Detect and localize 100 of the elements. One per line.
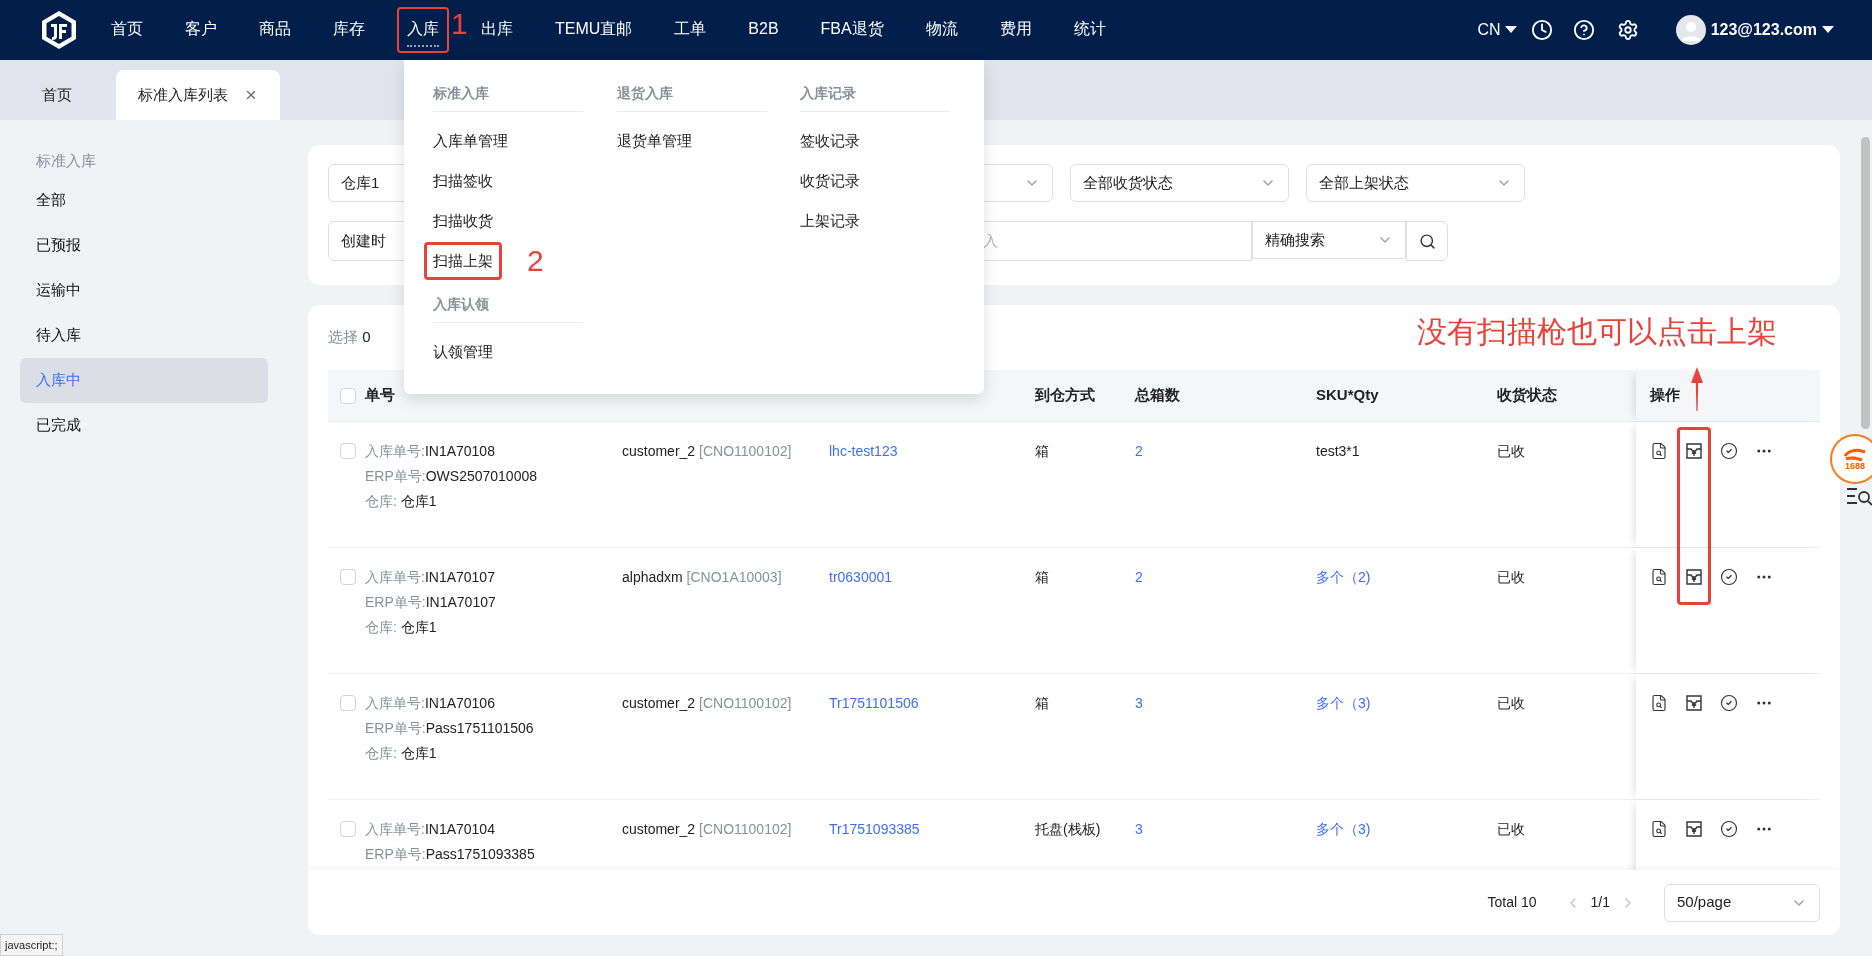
menu-item[interactable]: 扫描收货 xyxy=(424,201,502,241)
document-search-icon[interactable] xyxy=(1650,568,1668,586)
caret-icon xyxy=(1822,26,1834,34)
column-header: 操作 xyxy=(1650,385,1680,406)
checkbox[interactable] xyxy=(340,387,356,404)
menu-item[interactable]: 扫描签收 xyxy=(424,161,502,201)
arrival-text: 托盘(栈板) xyxy=(1035,821,1101,837)
sidebar-item[interactable]: 已完成 xyxy=(20,403,268,448)
menu-item[interactable]: 扫描上架 xyxy=(424,241,502,281)
shelf-status-select[interactable]: 全部上架状态 xyxy=(1306,164,1525,202)
status-tooltip: javascript:; xyxy=(0,934,63,956)
logo-icon xyxy=(40,10,78,50)
menu-heading: 标准入库 xyxy=(433,80,583,112)
tray-upload-icon[interactable] xyxy=(1685,442,1703,460)
sku-link[interactable]: 多个（3) xyxy=(1316,695,1371,711)
total-count: Total 10 xyxy=(1487,893,1537,912)
check-circle-icon[interactable] xyxy=(1720,568,1738,586)
inbound-number: 入库单号:IN1A70106 xyxy=(365,694,495,713)
box-count-link[interactable]: 3 xyxy=(1135,695,1143,711)
page-tab[interactable]: 首页 xyxy=(20,70,94,120)
tracking-link[interactable]: Tr1751093385 xyxy=(829,821,920,837)
check-circle-icon[interactable] xyxy=(1720,442,1738,460)
search-mode-select[interactable]: 精确搜索 xyxy=(1252,221,1406,259)
erp-number: ERP单号:OWS2507010008 xyxy=(365,467,537,486)
help-icon[interactable] xyxy=(1572,19,1595,41)
close-icon[interactable] xyxy=(244,88,258,102)
clock-icon[interactable] xyxy=(1530,19,1553,41)
nav-item[interactable]: B2B xyxy=(738,7,789,53)
list-search-icon[interactable] xyxy=(1846,486,1872,508)
checkbox[interactable] xyxy=(340,569,356,585)
annotation-number: 2 xyxy=(527,246,544,276)
sku-text: test3*1 xyxy=(1316,443,1360,459)
checkbox[interactable] xyxy=(340,695,356,711)
page-tab[interactable]: 标准入库列表 xyxy=(116,70,280,120)
receive-status-select[interactable]: 全部收货状态 xyxy=(1070,164,1289,202)
sidebar-item[interactable]: 待入库 xyxy=(20,313,268,358)
inbound-number: 入库单号:IN1A70104 xyxy=(365,820,495,839)
document-search-icon[interactable] xyxy=(1650,694,1668,712)
settings-icon[interactable] xyxy=(1616,19,1639,41)
tracking-link[interactable]: tr0630001 xyxy=(829,569,893,585)
annotation-arrow xyxy=(1690,367,1704,411)
sidebar-item[interactable]: 运输中 xyxy=(20,268,268,313)
user-email[interactable]: 123@123.com xyxy=(1710,18,1817,42)
nav-item[interactable]: TEMU直邮 xyxy=(545,7,643,53)
sidebar-item[interactable]: 已预报 xyxy=(20,223,268,268)
nav-item[interactable]: 物流 xyxy=(915,7,968,53)
sku-link[interactable]: 多个（3) xyxy=(1316,821,1371,837)
page-size-select[interactable]: 50/page xyxy=(1664,883,1820,922)
warehouse-text: 仓库: 仓库1 xyxy=(365,744,437,763)
warehouse-text: 仓库: 仓库1 xyxy=(365,492,437,511)
nav-item[interactable]: 出库 xyxy=(471,7,523,53)
nav-item[interactable]: 首页 xyxy=(101,7,153,53)
menu-item[interactable]: 认领管理 xyxy=(424,332,502,372)
menu-heading: 入库记录 xyxy=(800,80,951,112)
menu-item[interactable]: 退货单管理 xyxy=(607,121,701,161)
logo-icon xyxy=(1842,447,1868,462)
arrival-text: 箱 xyxy=(1035,569,1049,585)
checkbox[interactable] xyxy=(340,443,356,459)
nav-item[interactable]: 费用 xyxy=(989,7,1042,53)
status-text: 已收 xyxy=(1497,569,1525,585)
menu-item[interactable]: 上架记录 xyxy=(791,201,870,241)
nav-item[interactable]: 库存 xyxy=(323,7,375,53)
erp-number: ERP单号:Pass1751093385 xyxy=(365,845,535,864)
menu-item[interactable]: 签收记录 xyxy=(791,121,870,161)
avatar-icon[interactable] xyxy=(1675,15,1706,45)
nav-item[interactable]: FBA退货 xyxy=(810,7,894,53)
tray-upload-icon[interactable] xyxy=(1685,820,1703,838)
erp-number: ERP单号:Pass1751101506 xyxy=(365,719,534,738)
nav-item[interactable]: 统计 xyxy=(1063,7,1116,53)
tracking-link[interactable]: lhc-test123 xyxy=(829,443,898,459)
nav-item[interactable]: 入库 xyxy=(397,7,449,53)
tracking-link[interactable]: Tr1751101506 xyxy=(829,695,919,711)
column-header: SKU*Qty xyxy=(1316,385,1380,406)
tray-upload-icon[interactable] xyxy=(1685,694,1703,712)
nav-item[interactable]: 工单 xyxy=(664,7,717,53)
sku-link[interactable]: 多个（2) xyxy=(1316,569,1371,585)
status-text: 已收 xyxy=(1497,821,1525,837)
check-circle-icon[interactable] xyxy=(1720,820,1738,838)
search-button[interactable] xyxy=(1406,221,1448,261)
nav-item[interactable]: 客户 xyxy=(175,7,227,53)
annotation-number: 1 xyxy=(451,9,468,39)
menu-item[interactable]: 收货记录 xyxy=(791,161,870,201)
language-selector[interactable]: CN xyxy=(1477,18,1517,42)
erp-number: ERP单号:IN1A70107 xyxy=(365,593,496,612)
customer-text: customer_2 [CNO1100102] xyxy=(622,443,792,459)
tray-upload-icon[interactable] xyxy=(1685,568,1703,586)
sidebar-heading: 标准入库 xyxy=(35,150,97,171)
document-search-icon[interactable] xyxy=(1650,820,1668,838)
menu-item[interactable]: 入库单管理 xyxy=(424,121,517,161)
checkbox[interactable] xyxy=(340,821,356,837)
document-search-icon[interactable] xyxy=(1650,442,1668,460)
scrollbar[interactable] xyxy=(1861,137,1870,429)
arrival-text: 箱 xyxy=(1035,443,1049,459)
check-circle-icon[interactable] xyxy=(1720,694,1738,712)
nav-item[interactable]: 商品 xyxy=(249,7,301,53)
box-count-link[interactable]: 2 xyxy=(1135,569,1143,585)
column-header: 到仓方式 xyxy=(1035,385,1096,406)
box-count-link[interactable]: 2 xyxy=(1135,443,1143,459)
box-count-link[interactable]: 3 xyxy=(1135,821,1143,837)
sidebar-item[interactable]: 全部 xyxy=(20,178,268,223)
